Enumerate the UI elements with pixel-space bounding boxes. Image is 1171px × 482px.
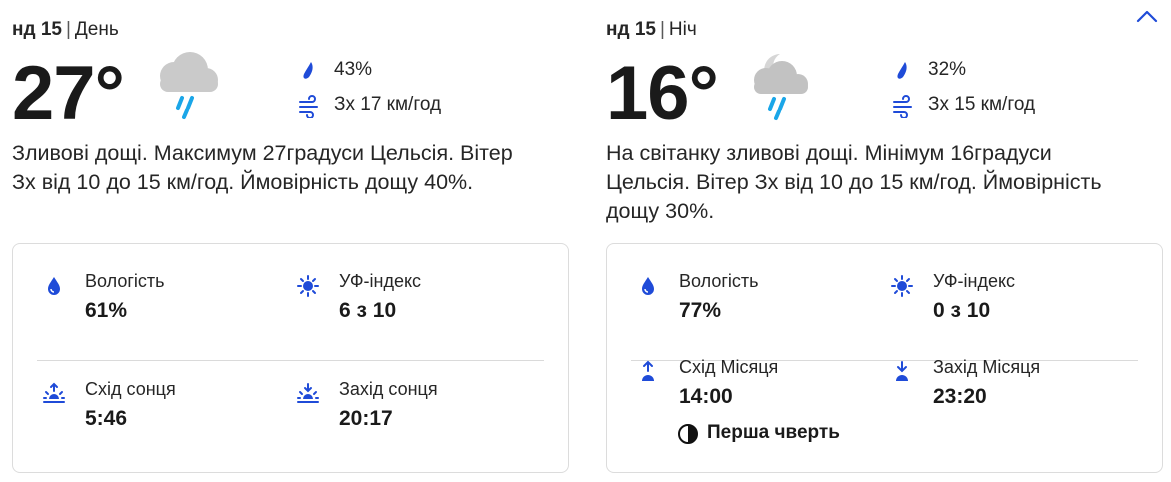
details-divider [37,360,544,361]
night-temperature: 16° [606,51,719,136]
wind-icon [893,95,912,118]
sun-icon [297,275,319,297]
uv-label: УФ-індекс [933,271,1016,291]
moonrise-icon [642,360,654,381]
moon-rain-cloud-icon [754,54,808,120]
moon-phase-label: Перша чверть [707,422,840,443]
rain-cloud-icon [160,52,218,119]
humidity-value: 61% [85,299,128,322]
moonrise-value: 14:00 [679,385,733,408]
uv-value: 6 з 10 [339,299,397,322]
day-details-card: Вологість 61% УФ-індекс 6 з 10 Схід сонц… [12,243,569,473]
sunrise-value: 5:46 [85,407,128,430]
droplet-icon [642,277,654,295]
sunset-icon [297,383,319,403]
precip-chance-value: 32% [928,59,967,80]
sunset-label: Захід сонця [339,379,438,399]
humidity-label: Вологість [85,271,165,291]
night-forecast-panel: нд 15 | Ніч 16° 32% Зх 15 км/год На світан… [606,0,1166,482]
night-period-label: Ніч [668,19,697,40]
header-separator: | [65,19,71,40]
header-separator: | [659,19,665,40]
night-details-card: Вологість 77% УФ-індекс 0 з 10 Схід Міся… [606,243,1163,473]
day-summary: Зливові дощі. Максимум 27градуси Цельсія… [12,141,513,194]
humidity-value: 77% [679,299,722,322]
wind-icon [299,95,318,118]
night-summary: На світанку зливові дощі. Мінімум 16град… [606,141,1102,223]
night-date: нд 15 [606,19,656,40]
droplet-icon [48,277,60,295]
sunrise-label: Схід сонця [85,379,176,399]
night-header: нд 15 | Ніч [606,19,697,41]
day-date: нд 15 [12,19,62,40]
sunset-value: 20:17 [339,407,393,430]
wind-value: Зх 17 км/год [334,94,442,115]
wind-value: Зх 15 км/год [928,94,1036,115]
precip-chance-value: 43% [334,59,373,80]
uv-label: УФ-індекс [339,271,422,291]
half-moon-icon [678,424,698,444]
day-header: нд 15 | День [12,19,119,41]
sun-icon [891,275,913,297]
collapse-button[interactable] [1133,4,1161,28]
sunrise-icon [43,382,65,403]
moonrise-label: Схід Місяця [679,357,779,377]
raindrop-icon [897,62,907,79]
humidity-label: Вологість [679,271,759,291]
moonset-value: 23:20 [933,385,987,408]
day-period-label: День [74,19,119,40]
day-temperature: 27° [12,51,125,136]
uv-value: 0 з 10 [933,299,991,322]
moonset-label: Захід Місяця [933,357,1041,377]
raindrop-icon [303,62,313,79]
moonset-icon [896,361,908,381]
day-forecast-panel: нд 15 | День 27° 43% Зх 17 км/год Зливові … [12,0,572,482]
chevron-up-icon [1136,10,1158,23]
